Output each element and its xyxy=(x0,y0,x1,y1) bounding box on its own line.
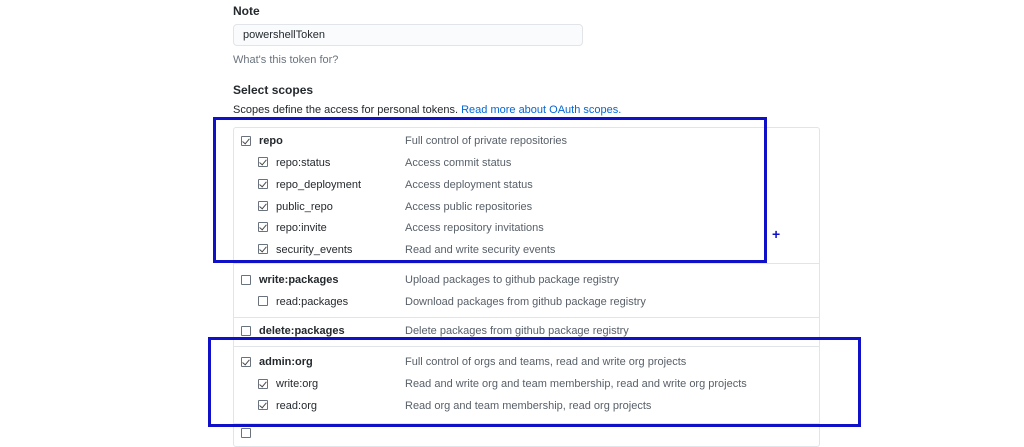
scope-name-delete-packages: delete:packages xyxy=(259,325,345,337)
admin-org-highlight-box xyxy=(208,337,861,427)
select-scopes-heading: Select scopes xyxy=(233,83,314,97)
checkbox-write-packages[interactable] xyxy=(241,275,251,285)
checkbox-next-scope[interactable] xyxy=(241,428,251,438)
scope-desc-write-packages: Upload packages to github package regist… xyxy=(405,274,620,286)
scope-group-divider xyxy=(234,317,819,318)
repo-highlight-box xyxy=(213,117,767,263)
note-label: Note xyxy=(233,4,260,18)
checkbox-read-packages[interactable] xyxy=(258,296,268,306)
scope-desc-delete-packages: Delete packages from github package regi… xyxy=(405,325,629,337)
note-help-text: What's this token for? xyxy=(233,54,339,66)
scope-group-divider xyxy=(234,263,819,264)
plus-annotation-icon: + xyxy=(772,226,781,242)
read-more-oauth-link[interactable]: Read more about OAuth scopes. xyxy=(461,104,621,116)
scope-name-read-packages: read:packages xyxy=(276,296,349,308)
scope-name-write-packages: write:packages xyxy=(259,274,339,286)
scope-desc-read-packages: Download packages from github package re… xyxy=(405,296,646,308)
scopes-intro-line: Scopes define the access for personal to… xyxy=(233,104,621,116)
checkbox-delete-packages[interactable] xyxy=(241,326,251,336)
scopes-intro-text: Scopes define the access for personal to… xyxy=(233,104,459,116)
note-input[interactable] xyxy=(233,24,583,46)
